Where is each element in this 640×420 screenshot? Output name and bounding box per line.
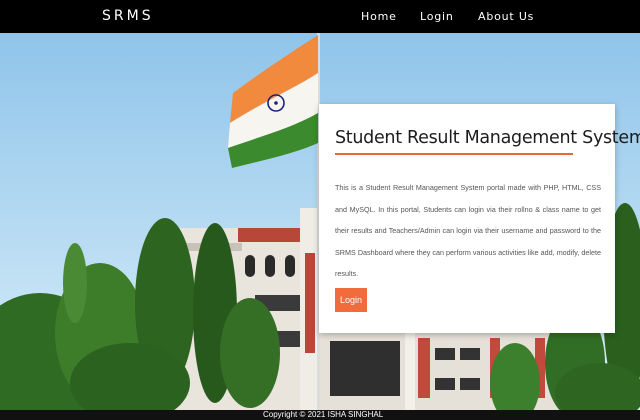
login-button[interactable]: Login [335,288,367,312]
nav-link-home[interactable]: Home [361,10,397,23]
footer: Copyright © 2021 ISHA SINGHAL [0,410,640,420]
info-card: Student Result Management System This is… [319,104,640,333]
card-title: Student Result Management System [335,128,640,148]
card-description: This is a Student Result Management Syst… [335,183,601,278]
nav-link-about-us[interactable]: About Us [478,10,534,23]
nav-link-login[interactable]: Login [420,10,454,23]
navbar: SRMS Home Login About Us [0,0,640,33]
title-underline-divider [335,153,573,155]
copyright-text: Copyright © 2021 ISHA SINGHAL [263,410,384,419]
brand-logo-text[interactable]: SRMS [102,8,154,24]
